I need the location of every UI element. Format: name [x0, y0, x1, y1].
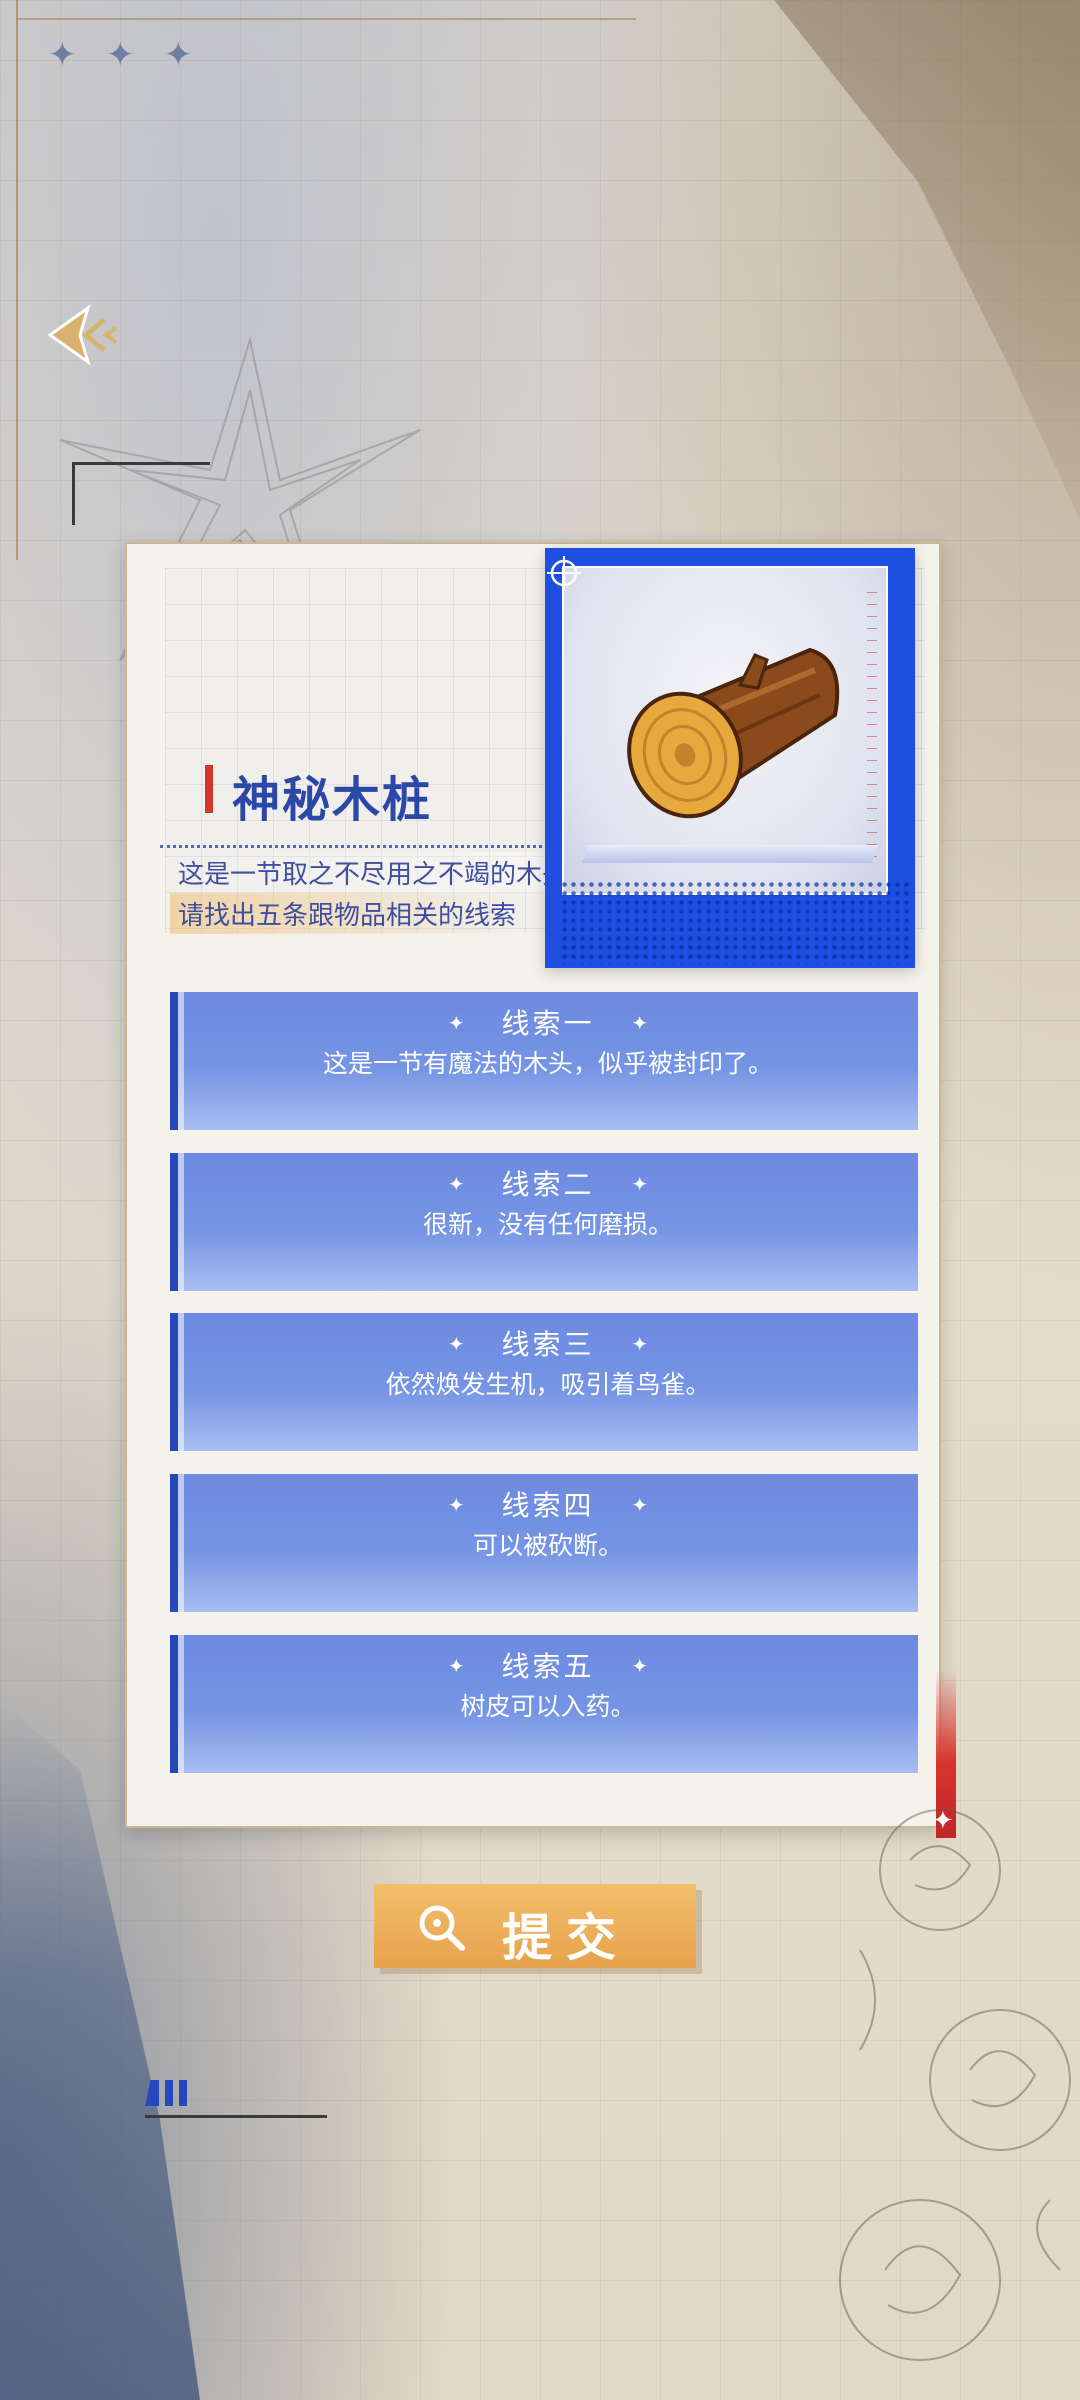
sparkle-icon: ✦ — [631, 1172, 649, 1196]
magnifier-icon — [419, 1905, 465, 1951]
clue-title: 线索三 — [501, 1328, 595, 1361]
rating-stars-decoration: ✦ ✦ ✦ — [48, 35, 194, 75]
sparkle-icon: ✦ — [631, 1654, 649, 1678]
dotted-divider — [160, 845, 555, 848]
clue-card-1[interactable]: ✦ 线索一 ✦ 这是一节有魔法的木头，似乎被封印了。 — [170, 992, 918, 1130]
back-button[interactable] — [40, 300, 120, 370]
item-title: 神秘木桩 — [232, 772, 433, 828]
sparkle-icon: ✦ — [447, 1654, 465, 1678]
sparkle-icon: ✦ — [631, 1011, 649, 1035]
clue-text: 这是一节有魔法的木头，似乎被封印了。 — [322, 1049, 773, 1078]
clue-title-row: ✦ 线索五 ✦ — [178, 1645, 918, 1685]
clue-card-2[interactable]: ✦ 线索二 ✦ 很新，没有任何磨损。 — [170, 1153, 918, 1291]
clue-text: 可以被砍断。 — [472, 1531, 623, 1560]
sparkle-icon: ✦ — [447, 1011, 465, 1035]
title-accent-bar — [205, 765, 213, 813]
clue-title: 线索五 — [501, 1650, 595, 1683]
sparkle-icon: ✦ — [447, 1332, 465, 1356]
clue-title-row: ✦ 线索二 ✦ — [178, 1163, 918, 1203]
clue-text: 很新，没有任何磨损。 — [422, 1210, 673, 1239]
divider-line — [145, 2115, 327, 2118]
clue-title: 线索二 — [501, 1168, 595, 1201]
rose-sketch-decoration — [839, 1809, 1071, 2361]
back-arrow-icon — [47, 304, 118, 366]
submit-button[interactable]: 提交 — [374, 1884, 696, 1968]
sparkle-icon: ✦ — [631, 1332, 649, 1356]
item-description-line-1: 这是一节取之不尽用之不竭的木头。 — [170, 852, 603, 893]
clue-title: 线索一 — [501, 1007, 595, 1040]
page-marker-decoration — [145, 2080, 187, 2106]
clue-title-row: ✦ 线索四 ✦ — [178, 1484, 918, 1524]
clue-card-3[interactable]: ✦ 线索三 ✦ 依然焕发生机，吸引着鸟雀。 — [170, 1313, 918, 1451]
clue-title: 线索四 — [501, 1489, 595, 1522]
corner-bracket-decoration — [72, 462, 210, 525]
frame-line-top — [16, 18, 636, 20]
star-icon: ✦ — [164, 35, 193, 75]
clue-text: 树皮可以入药。 — [460, 1692, 636, 1721]
clue-text: 依然焕发生机，吸引着鸟雀。 — [385, 1370, 711, 1399]
frame-line-left — [16, 0, 18, 560]
sparkle-icon: ✦ — [631, 1493, 649, 1517]
clue-title-row: ✦ 线索一 ✦ — [178, 1002, 918, 1042]
item-stand — [581, 845, 879, 863]
item-description-line-2: 请找出五条跟物品相关的线索 — [170, 893, 525, 934]
submit-label: 提交 — [502, 1908, 630, 1967]
sparkle-icon: ✦ — [447, 1493, 465, 1517]
ruler-decoration — [867, 592, 877, 862]
star-icon: ✦ — [48, 35, 77, 75]
wooden-log-icon — [627, 647, 840, 819]
halftone-pattern — [560, 880, 912, 964]
crosshair-icon — [547, 556, 581, 590]
sparkle-icon: ✦ — [447, 1172, 465, 1196]
clue-card-4[interactable]: ✦ 线索四 ✦ 可以被砍断。 — [170, 1474, 918, 1612]
star-icon: ✦ — [106, 35, 135, 75]
clue-title-row: ✦ 线索三 ✦ — [178, 1323, 918, 1363]
